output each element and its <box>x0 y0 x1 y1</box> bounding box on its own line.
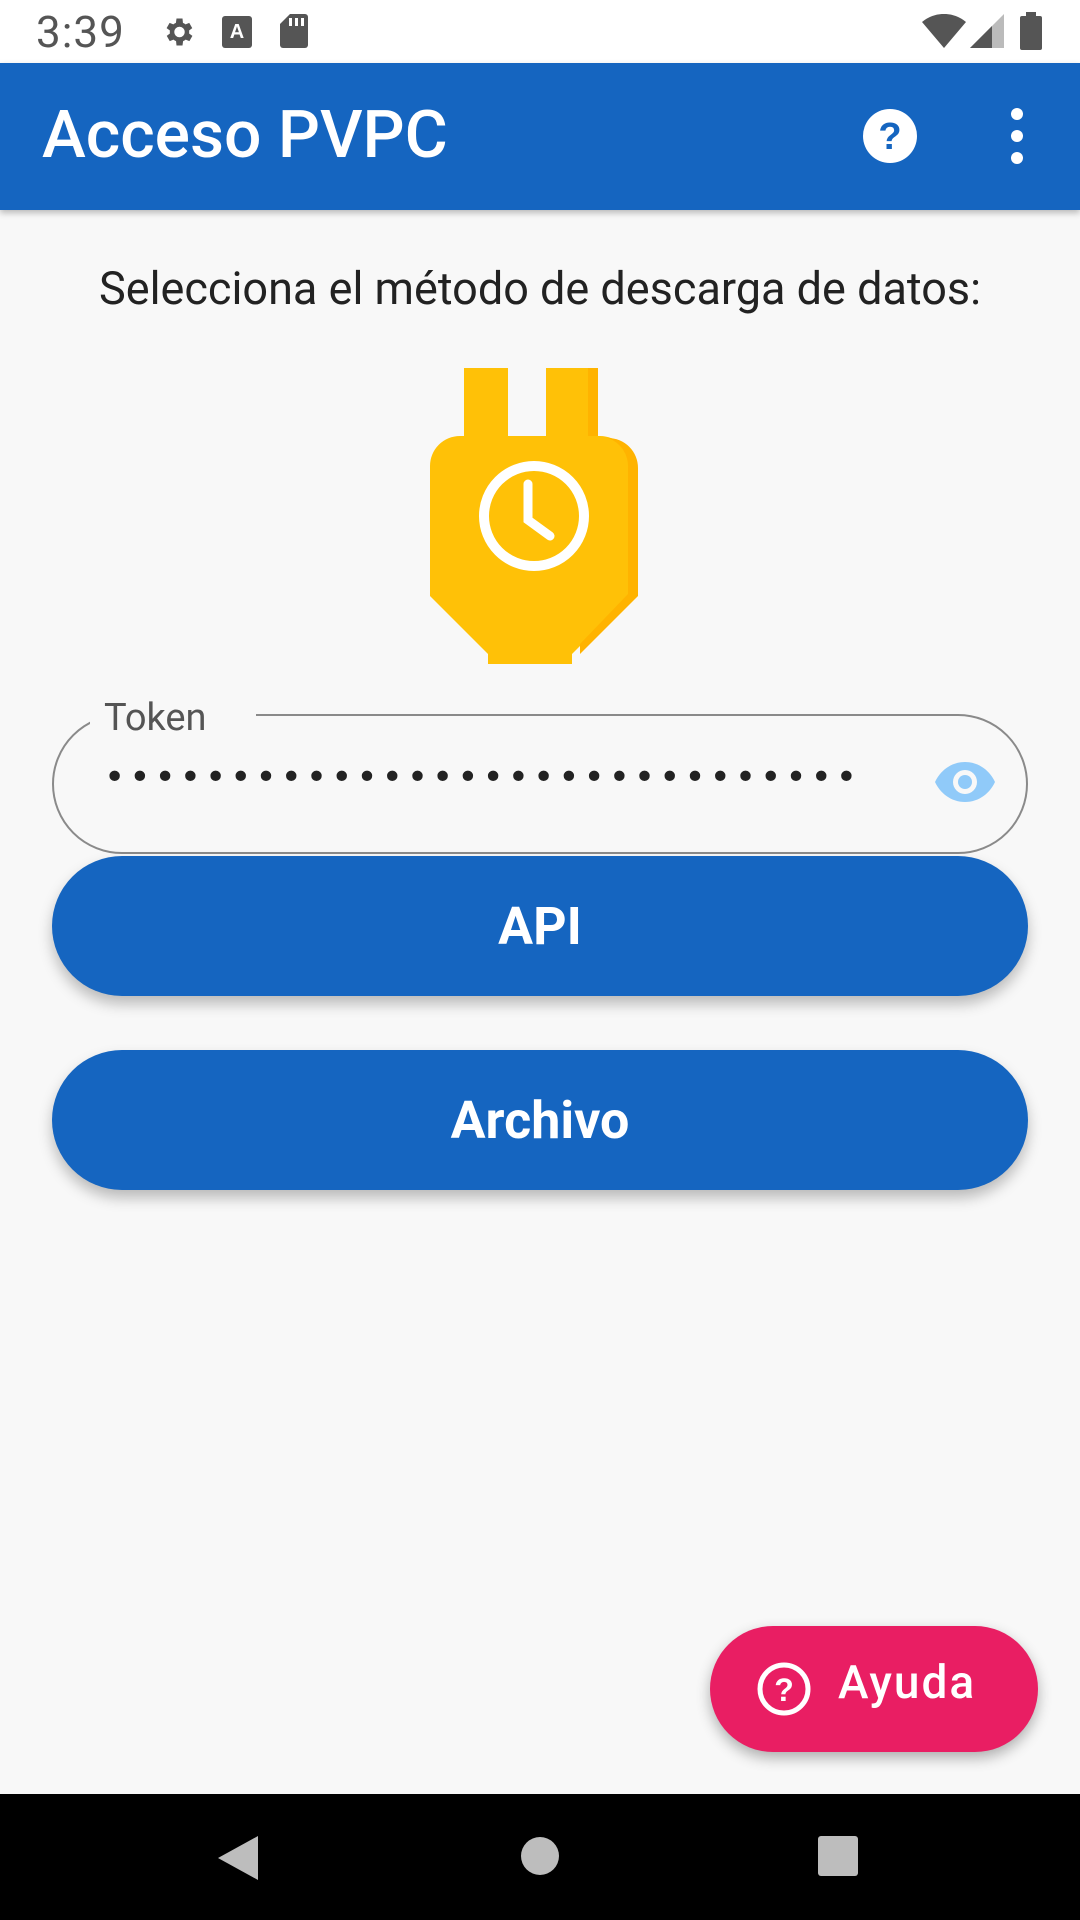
back-icon[interactable] <box>216 1834 260 1882</box>
svg-text:?: ? <box>774 1672 794 1708</box>
token-label: Token <box>104 696 207 740</box>
a-notification-icon: A <box>222 16 252 48</box>
api-button[interactable]: API <box>52 856 1028 996</box>
help-icon[interactable]: ? <box>862 108 918 164</box>
wifi-icon <box>922 14 966 48</box>
help-fab[interactable]: ? Ayuda <box>710 1626 1038 1752</box>
more-vert-icon[interactable] <box>1000 106 1034 166</box>
battery-icon <box>1020 12 1042 50</box>
nav-bar <box>0 1794 1080 1920</box>
help-circle-icon: ? <box>757 1662 811 1716</box>
eye-icon[interactable] <box>934 760 996 804</box>
sd-card-icon <box>280 14 308 48</box>
status-bar: 3:39 A <box>0 0 1080 63</box>
page-prompt: Selecciona el método de descarga de dato… <box>98 262 981 315</box>
home-icon[interactable] <box>520 1836 560 1876</box>
fab-label: Ayuda <box>838 1656 977 1710</box>
settings-icon <box>166 18 193 46</box>
recents-icon[interactable] <box>818 1836 858 1876</box>
svg-text:?: ? <box>878 116 901 158</box>
plug-clock-icon <box>430 368 638 664</box>
status-time: 3:39 <box>36 6 125 58</box>
app-title: Acceso PVPC <box>42 97 448 174</box>
cell-signal-icon <box>970 14 1004 48</box>
app-bar: Acceso PVPC ? <box>0 63 1080 210</box>
token-input[interactable] <box>104 750 864 804</box>
file-button[interactable]: Archivo <box>52 1050 1028 1190</box>
svg-text:A: A <box>230 21 244 43</box>
